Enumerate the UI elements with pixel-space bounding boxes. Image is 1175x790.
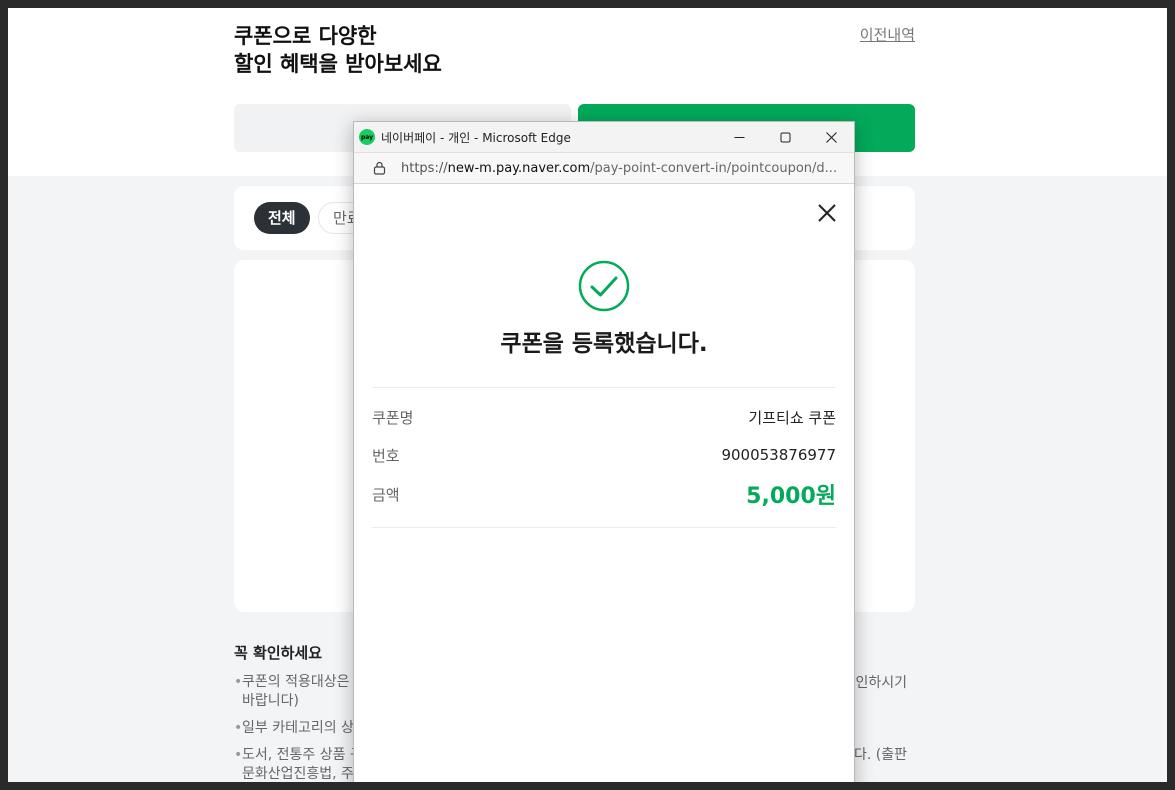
- headline-line-2: 할인 혜택을 받아보세요: [234, 52, 442, 76]
- headline-line-1: 쿠폰으로 다양한: [234, 24, 377, 48]
- maximize-button[interactable]: [762, 122, 808, 152]
- success-title: 쿠폰을 등록했습니다.: [500, 331, 708, 357]
- minimize-button[interactable]: [716, 122, 762, 152]
- coupon-amount-row: 금액 5,000원: [372, 478, 836, 510]
- page-url[interactable]: https://new-m.pay.naver.com/pay-point-co…: [401, 161, 841, 176]
- divider: [372, 387, 836, 388]
- coupon-name-row: 쿠폰명 기프티쇼 쿠폰: [372, 406, 836, 428]
- notice-item-text: 일부 카테고리의 상: [242, 720, 354, 736]
- notice-item-text: 쿠폰의 적용대상은: [242, 674, 350, 690]
- coupon-number-row: 번호 900053876977: [372, 444, 836, 466]
- coupon-name-value: 기프티쇼 쿠폰: [748, 408, 836, 427]
- coupon-number-label: 번호: [372, 446, 400, 465]
- coupon-amount-value: 5,000원: [746, 484, 836, 509]
- address-bar[interactable]: https://new-m.pay.naver.com/pay-point-co…: [354, 152, 854, 184]
- filter-chip-all[interactable]: 전체: [254, 202, 310, 234]
- close-icon[interactable]: [816, 202, 838, 224]
- minimize-icon: [734, 136, 744, 138]
- lock-icon[interactable]: [372, 161, 386, 175]
- url-host: new-m.pay.naver.com: [447, 160, 591, 176]
- divider: [372, 527, 836, 528]
- notice-item-text: 도서, 전통주 상품 구: [242, 747, 363, 763]
- window-title: 네이버페이 - 개인 - Microsoft Edge: [381, 130, 571, 145]
- page-headline: 쿠폰으로 다양한 할인 혜택을 받아보세요: [234, 22, 442, 78]
- coupon-amount-label: 금액: [372, 485, 400, 504]
- coupon-number-value: 900053876977: [721, 446, 836, 464]
- popup-content: 쿠폰을 등록했습니다. 쿠폰명 기프티쇼 쿠폰 번호 900053876977 …: [354, 184, 854, 782]
- window-titlebar[interactable]: pay 네이버페이 - 개인 - Microsoft Edge: [354, 122, 854, 152]
- check-circle-icon: [578, 260, 630, 312]
- close-icon: [825, 131, 837, 143]
- popup-window: pay 네이버페이 - 개인 - Microsoft Edge https://…: [353, 121, 855, 782]
- close-window-button[interactable]: [808, 122, 854, 152]
- maximize-icon: [780, 132, 790, 142]
- url-scheme: https://: [401, 160, 448, 176]
- history-link[interactable]: 이전내역: [860, 24, 915, 45]
- coupon-name-label: 쿠폰명: [372, 408, 414, 427]
- url-path: /pay-point-convert-in/pointcoupon/d...: [590, 160, 838, 176]
- notice-item-text: 문화산업진흥법, 주: [242, 766, 354, 782]
- window-controls: [716, 122, 854, 152]
- naver-pay-app-icon: pay: [359, 129, 375, 145]
- browser-viewport: 쿠폰으로 다양한 할인 혜택을 받아보세요 이전내역 전체 만료 꼭 확인하세요…: [8, 8, 1167, 782]
- notice-item-text: 바랍니다): [242, 693, 299, 709]
